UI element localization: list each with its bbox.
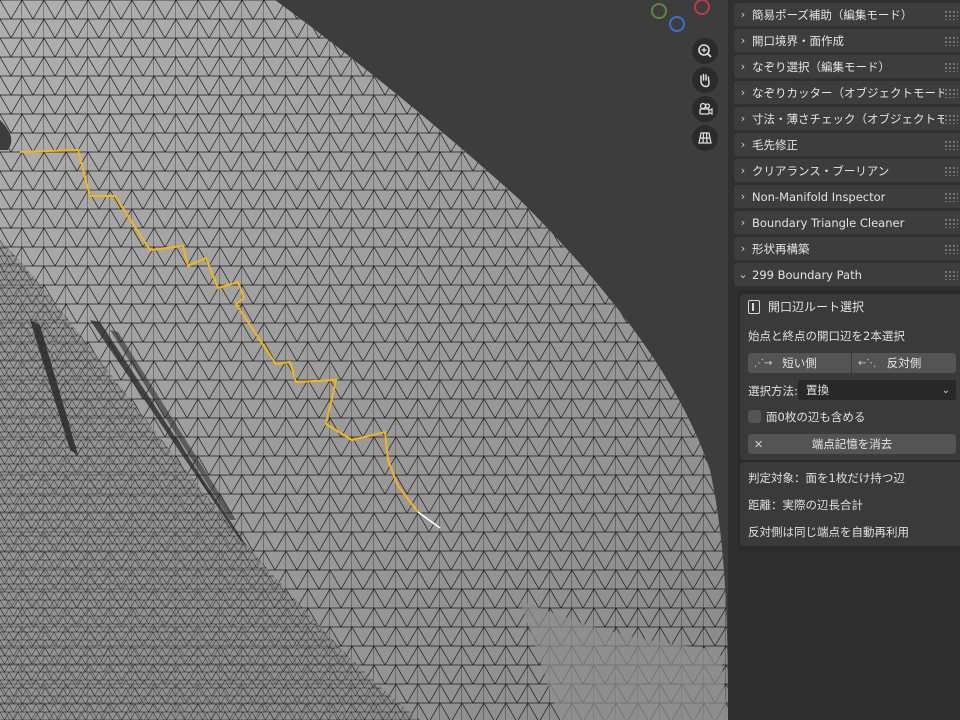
- panel-header-hair-tip[interactable]: › 毛先修正: [734, 133, 960, 156]
- drag-grip-icon[interactable]: [944, 191, 958, 202]
- chevron-right-icon: ›: [740, 216, 746, 229]
- chevron-right-icon: ›: [740, 34, 746, 47]
- path-forward-icon: ⋰→: [754, 357, 773, 369]
- panel-header-non-manifold[interactable]: › Non-Manifold Inspector: [734, 185, 960, 208]
- drag-grip-icon[interactable]: [944, 35, 958, 46]
- drag-grip-icon[interactable]: [944, 9, 958, 20]
- drag-grip-icon[interactable]: [944, 61, 958, 72]
- info-reuse-text: 反対側は同じ端点を自動再利用: [748, 525, 909, 539]
- panel-title: 形状再構築: [752, 241, 810, 256]
- panel-title: なぞり選択（編集モード）: [752, 59, 890, 74]
- panel-header-dimension-check[interactable]: › 寸法・薄さチェック（オブジェクトモー: [734, 107, 960, 130]
- chevron-right-icon: ›: [740, 60, 746, 73]
- panel-title: 簡易ポーズ補助（編集モード）: [752, 7, 913, 22]
- subpanel-header: 開口辺ルート選択: [748, 298, 864, 315]
- path-reverse-icon: ←⋱: [858, 357, 877, 369]
- drag-grip-icon[interactable]: [944, 217, 958, 228]
- panel-header-trace-select[interactable]: › なぞり選択（編集モード）: [734, 55, 960, 78]
- include-zero-face-label[interactable]: 面0枚の辺も含める: [766, 409, 865, 425]
- select-method-dropdown[interactable]: 置換 ⌄: [798, 380, 956, 400]
- panel-header-clearance-boolean[interactable]: › クリアランス・ブーリアン: [734, 159, 960, 182]
- chevron-right-icon: ›: [740, 86, 746, 99]
- panel-title: 寸法・薄さチェック（オブジェクトモー: [752, 111, 944, 126]
- info-target-text: 判定対象：面を1枚だけ持つ辺: [748, 471, 905, 485]
- chevron-right-icon: ›: [740, 112, 746, 125]
- panel-header-boundary-cleaner[interactable]: › Boundary Triangle Cleaner: [734, 211, 960, 234]
- clear-memory-label: 端点記憶を消去: [811, 437, 893, 451]
- panel-header-opening-boundary[interactable]: › 開口境界・面作成: [734, 29, 960, 52]
- drag-grip-icon[interactable]: [944, 165, 958, 176]
- panel-header-trace-cutter[interactable]: › なぞりカッター（オブジェクトモード）: [734, 81, 960, 104]
- grid-view-icon[interactable]: [692, 125, 718, 151]
- chevron-down-icon: ⌄: [941, 384, 950, 396]
- drag-grip-icon[interactable]: [944, 269, 958, 280]
- 3d-viewport[interactable]: [0, 0, 728, 720]
- zoom-icon[interactable]: [692, 38, 718, 64]
- axis-z-dot[interactable]: [669, 16, 685, 32]
- info-distance-text: 距離：実際の辺長合計: [748, 498, 863, 512]
- close-icon: ✕: [754, 437, 764, 451]
- clear-memory-button[interactable]: ✕ 端点記憶を消去: [748, 434, 956, 454]
- select-method-label: 選択方法:: [748, 384, 798, 398]
- opposite-side-button[interactable]: ←⋱ 反対側: [852, 353, 956, 373]
- panel-title: 毛先修正: [752, 137, 798, 152]
- subpanel-title: 開口辺ルート選択: [768, 300, 865, 314]
- panel-header-boundary-path[interactable]: ⌄ 299 Boundary Path: [734, 263, 960, 286]
- hand-pan-icon[interactable]: [692, 67, 718, 93]
- panel-title: Boundary Triangle Cleaner: [752, 215, 905, 230]
- chevron-right-icon: ›: [740, 242, 746, 255]
- axis-y-dot[interactable]: [651, 3, 667, 19]
- instruction-text: 始点と終点の開口辺を2本選択: [748, 329, 905, 343]
- drag-grip-icon[interactable]: [944, 87, 958, 98]
- chevron-down-icon: ⌄: [738, 268, 748, 281]
- mesh-surface[interactable]: [0, 0, 728, 720]
- chevron-right-icon: ›: [740, 138, 746, 151]
- panel-title: Non-Manifold Inspector: [752, 189, 886, 204]
- chevron-right-icon: ›: [740, 164, 746, 177]
- panel-title: 開口境界・面作成: [752, 33, 844, 48]
- chevron-right-icon: ›: [740, 8, 746, 21]
- chevron-right-icon: ›: [740, 190, 746, 203]
- panel-header-shape-rebuild[interactable]: › 形状再構築: [734, 237, 960, 260]
- camera-icon[interactable]: [692, 96, 718, 122]
- panel-title: クリアランス・ブーリアン: [752, 163, 890, 178]
- include-zero-face-checkbox[interactable]: [748, 410, 761, 423]
- drag-grip-icon[interactable]: [944, 139, 958, 150]
- panel-title: 299 Boundary Path: [752, 267, 862, 282]
- short-side-button[interactable]: ⋰→ 短い側: [748, 353, 851, 373]
- drag-grip-icon[interactable]: [944, 113, 958, 124]
- panel-header-pose-assist[interactable]: › 簡易ポーズ補助（編集モード）: [734, 3, 960, 26]
- opening-edge-icon: [748, 299, 760, 314]
- short-side-label: 短い側: [782, 356, 817, 370]
- select-method-value: 置換: [806, 383, 829, 397]
- opposite-side-label: 反対側: [886, 356, 922, 370]
- drag-grip-icon[interactable]: [944, 243, 958, 254]
- panel-title: なぞりカッター（オブジェクトモード）: [752, 85, 944, 100]
